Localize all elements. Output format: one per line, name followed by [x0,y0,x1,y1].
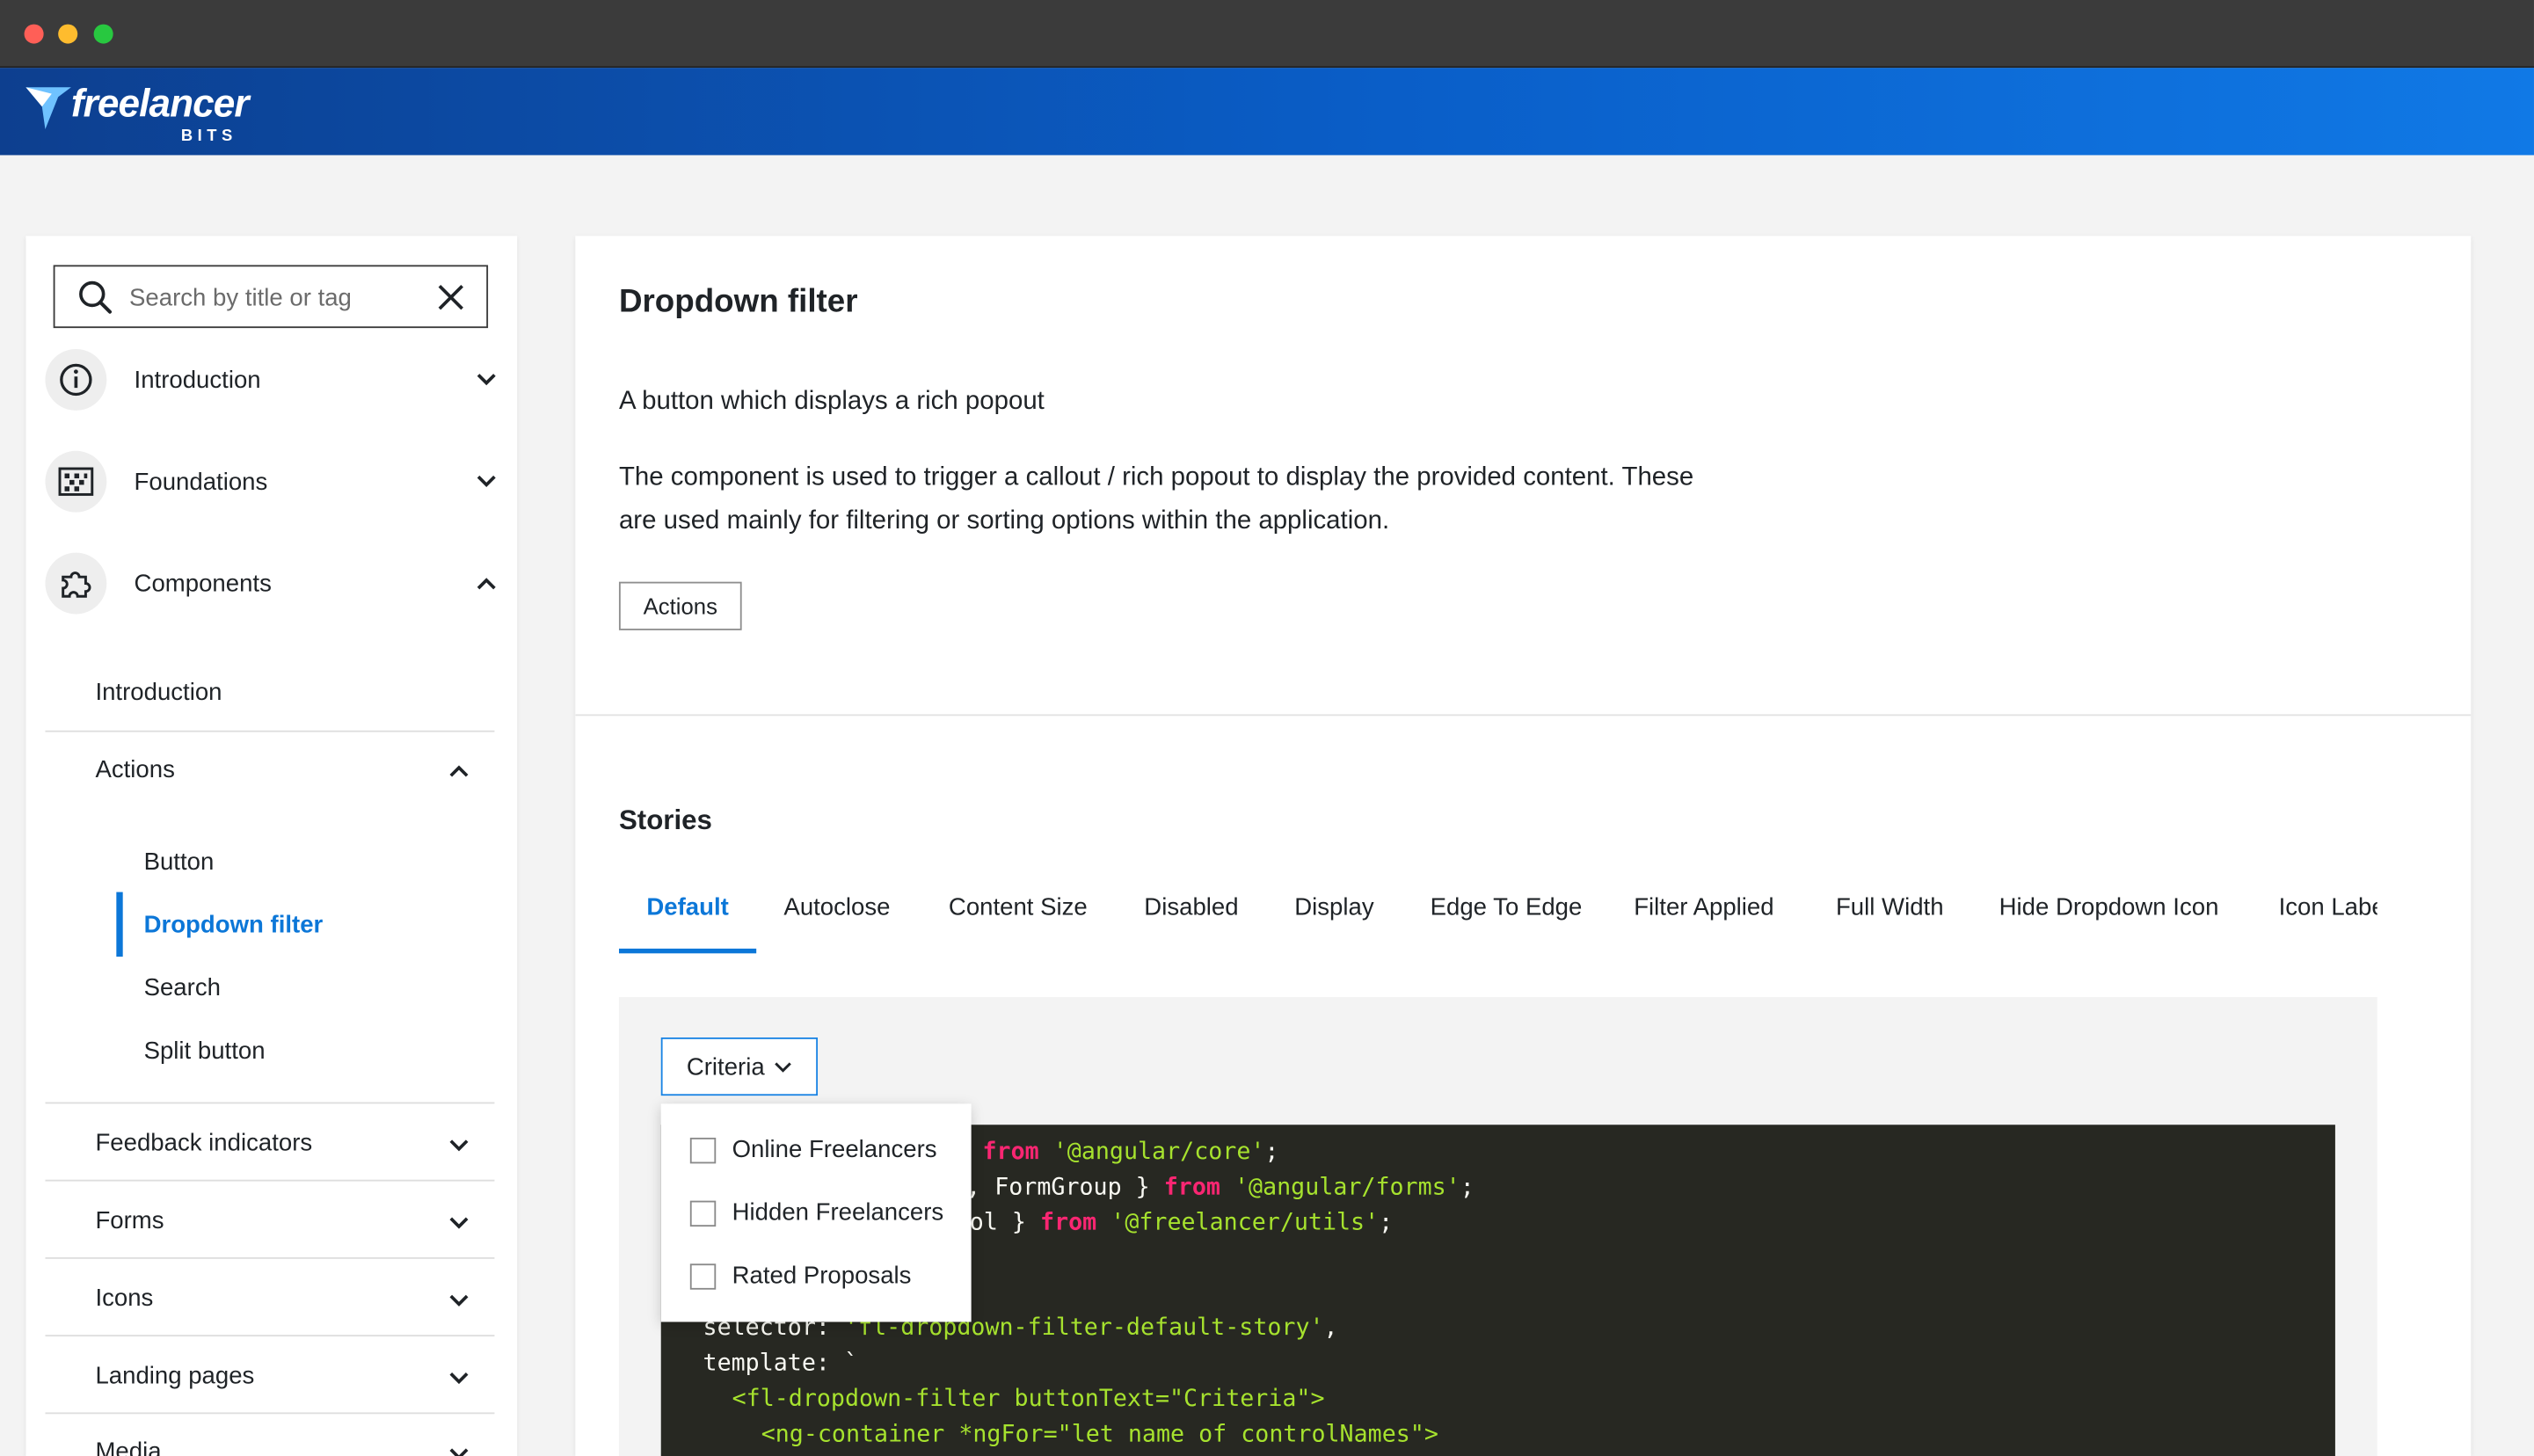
close-window-button[interactable] [24,24,44,44]
tab-full-width[interactable]: Full Width [1836,873,1944,954]
puzzle-icon [45,552,107,615]
story-preview: from '@angular/core'; , FormGroup } from… [618,997,2377,1456]
chevron-down-icon [477,374,496,386]
tab-default[interactable]: Default [618,873,757,954]
tab-content-size[interactable]: Content Size [949,873,1088,954]
clear-search-icon[interactable] [436,283,465,312]
sidebar-item-dropdown-filter[interactable]: Dropdown filter [144,912,324,939]
sidebar: Introduction Foundations Components Intr… [25,236,518,1456]
page-summary: A button which displays a rich popout [618,388,1045,416]
code-line: <ng-container *ngFor="let name of contro… [761,1422,1438,1448]
tab-icon-label[interactable]: Icon Label [2279,873,2377,954]
tab-filter-applied[interactable]: Filter Applied [1634,873,1773,954]
minimize-window-button[interactable] [58,24,78,44]
chevron-up-icon [477,578,496,590]
sidebar-section-introduction[interactable]: Introduction [45,344,498,415]
tab-disabled[interactable]: Disabled [1144,873,1238,954]
sidebar-item-landing-pages[interactable]: Landing pages [95,1362,254,1389]
sidebar-item-icons[interactable]: Icons [95,1285,153,1312]
divider [45,1412,495,1415]
sidebar-section-components[interactable]: Components [45,548,498,619]
tab-edge-to-edge[interactable]: Edge To Edge [1431,873,1583,954]
sidebar-section-label: Introduction [134,366,261,394]
story-tabs: Default Autoclose Content Size Disabled … [618,873,2377,954]
sidebar-item-search[interactable]: Search [144,974,221,1001]
window-titlebar [0,0,2534,69]
checkbox[interactable] [689,1199,717,1227]
criteria-dropdown-button[interactable]: Criteria [660,1037,819,1096]
option-hidden-freelancers[interactable]: Hidden Freelancers [689,1198,944,1227]
option-rated-proposals[interactable]: Rated Proposals [689,1262,912,1290]
code-line: <fl-dropdown-filter buttonText="Criteria… [732,1387,1325,1413]
sidebar-item-split-button[interactable]: Split button [144,1037,266,1065]
page-title: Dropdown filter [618,284,858,320]
sidebar-section-foundations[interactable]: Foundations [45,446,498,517]
sidebar-section-label: Components [134,569,272,598]
chevron-down-icon[interactable] [448,1134,470,1157]
dropdown-popout: Online Freelancers Hidden Freelancers Ra… [660,1103,972,1322]
option-online-freelancers[interactable]: Online Freelancers [689,1136,937,1164]
tab-hide-dropdown-icon[interactable]: Hide Dropdown Icon [1999,873,2219,954]
chevron-up-icon[interactable] [448,760,470,783]
sidebar-item-components-introduction[interactable]: Introduction [95,679,222,706]
search-input[interactable] [129,279,420,316]
checkbox[interactable] [689,1263,717,1289]
sidebar-item-feedback-indicators[interactable]: Feedback indicators [95,1130,312,1157]
logo-wordmark[interactable]: freelancer [71,83,250,127]
sidebar-section-label: Foundations [134,468,268,496]
divider [575,714,2472,717]
chevron-down-icon[interactable] [448,1443,470,1456]
code-line: , FormGroup } from '@angular/forms'; [966,1175,1475,1201]
tab-autoclose[interactable]: Autoclose [783,873,890,954]
category-tag[interactable]: Actions [618,581,742,630]
criteria-button-label: Criteria [686,1052,765,1081]
chevron-down-icon[interactable] [448,1290,470,1313]
chevron-down-icon [477,475,496,487]
info-icon [45,349,107,411]
page-description: The component is used to trigger a callo… [618,463,1694,535]
chevron-down-icon [775,1061,792,1072]
divider [45,1179,495,1182]
checkbox[interactable] [689,1137,717,1163]
option-label: Hidden Freelancers [732,1198,944,1227]
logo-subtext: BITS [180,127,237,146]
option-label: Rated Proposals [732,1262,912,1290]
option-label: Online Freelancers [732,1136,937,1164]
chevron-down-icon[interactable] [448,1212,470,1235]
divider [45,1335,495,1337]
tab-display[interactable]: Display [1294,873,1373,954]
sidebar-item-actions[interactable]: Actions [95,756,174,783]
sidebar-item-media[interactable]: Media [95,1438,161,1456]
zoom-window-button[interactable] [93,24,113,44]
search-box [53,265,489,329]
divider [45,1256,495,1259]
main-content: Dropdown filter A button which displays … [575,236,2472,1456]
code-line: template: ` [703,1350,859,1377]
search-icon [79,280,113,314]
active-indicator [116,892,123,957]
app-header: freelancer BITS [0,68,2534,156]
stories-heading: Stories [618,804,712,836]
sidebar-item-forms[interactable]: Forms [95,1207,164,1234]
freelancer-bird-logo-icon[interactable] [23,81,75,135]
grid-pattern-icon [45,450,107,513]
divider [45,1102,495,1104]
chevron-down-icon[interactable] [448,1367,470,1390]
code-line: ol } from '@freelancer/utils'; [969,1210,1394,1237]
code-line: from '@angular/core'; [982,1139,1279,1166]
divider [45,730,495,732]
sidebar-item-button[interactable]: Button [144,848,215,876]
